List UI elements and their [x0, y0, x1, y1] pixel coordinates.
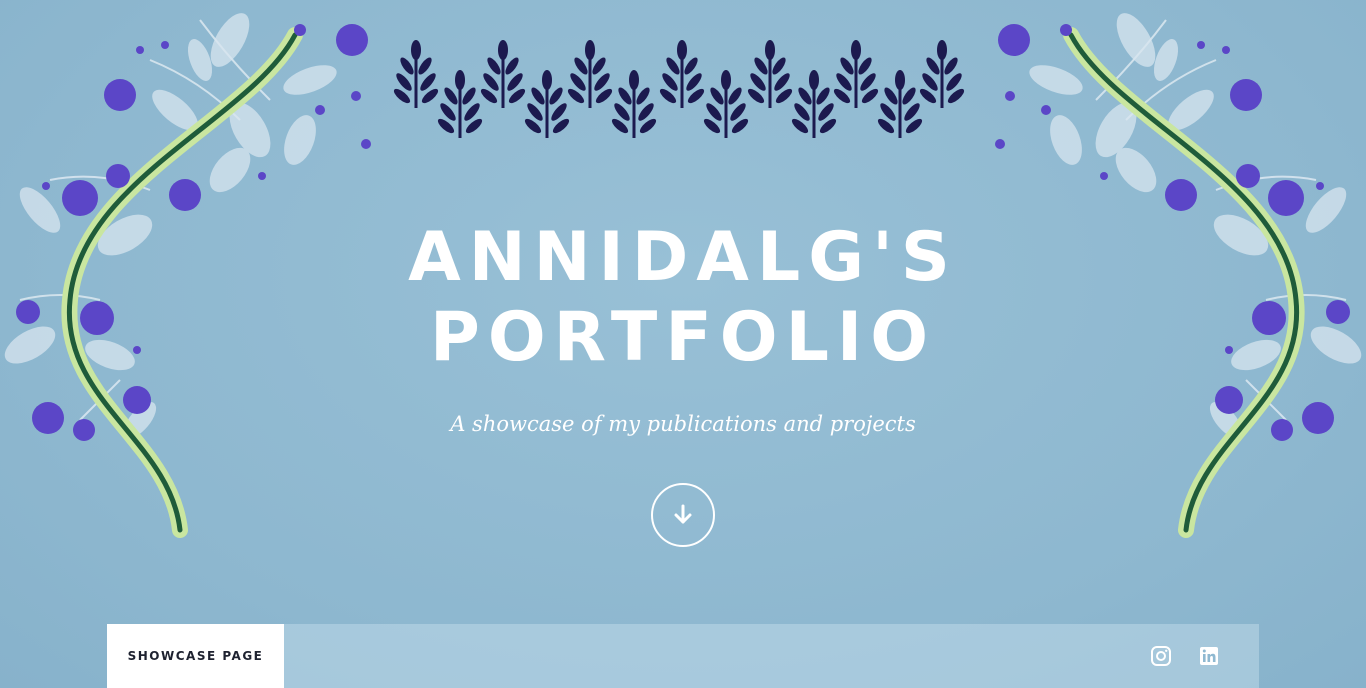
scroll-down-button[interactable]: [651, 483, 715, 547]
instagram-icon[interactable]: [1149, 644, 1173, 668]
bottom-navbar: SHOWCASE PAGE: [107, 624, 1259, 688]
hero-section: ANNIDALG'S PORTFOLIO A showcase of my pu…: [0, 0, 1366, 688]
page-subtitle: A showcase of my publications and projec…: [450, 412, 916, 436]
linkedin-icon[interactable]: [1197, 644, 1221, 668]
page-title: ANNIDALG'S PORTFOLIO: [408, 218, 958, 377]
arrow-down-icon: [674, 504, 692, 524]
nav-tab-showcase-page[interactable]: SHOWCASE PAGE: [107, 624, 284, 688]
leaf-sprig-garland: [390, 40, 968, 140]
